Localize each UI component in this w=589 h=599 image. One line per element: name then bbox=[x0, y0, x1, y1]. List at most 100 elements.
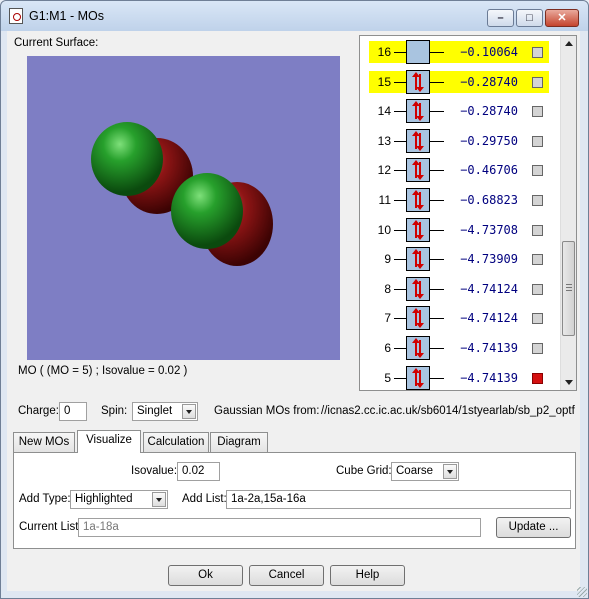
mo-energy: −4.74124 bbox=[460, 311, 518, 326]
mo-select-checkbox[interactable] bbox=[532, 76, 543, 88]
level-line bbox=[394, 229, 406, 231]
mo-number: 7 bbox=[384, 311, 391, 326]
mo-row[interactable]: 5 −4.74139 bbox=[360, 364, 560, 390]
mo-select-checkbox[interactable] bbox=[532, 283, 543, 295]
mo-energy: −0.29750 bbox=[460, 133, 518, 148]
mo-row[interactable]: 15 −0.28740 bbox=[360, 68, 560, 97]
app-icon bbox=[9, 8, 23, 24]
mo-number: 13 bbox=[377, 133, 391, 148]
level-line bbox=[430, 377, 444, 379]
tab-diagram[interactable]: Diagram bbox=[210, 432, 268, 452]
spin-value: Singlet bbox=[137, 405, 173, 417]
ok-button[interactable]: Ok bbox=[168, 565, 243, 586]
cancel-button[interactable]: Cancel bbox=[249, 565, 324, 586]
scroll-up-icon[interactable] bbox=[565, 41, 573, 46]
spin-down-arrow-icon bbox=[416, 132, 424, 151]
chevron-down-icon[interactable] bbox=[152, 492, 166, 507]
mo-row[interactable]: 6 −4.74139 bbox=[360, 334, 560, 363]
level-line bbox=[394, 259, 406, 261]
scroll-thumb[interactable] bbox=[562, 241, 575, 336]
mo-row[interactable]: 12 −0.46706 bbox=[360, 156, 560, 185]
maximize-button[interactable]: □ bbox=[516, 9, 543, 27]
mo-energy: −0.46706 bbox=[460, 163, 518, 178]
mo-row[interactable]: 10 −4.73708 bbox=[360, 216, 560, 245]
charge-input[interactable]: 0 bbox=[59, 402, 87, 421]
cube-grid-select[interactable]: Coarse bbox=[391, 462, 459, 481]
add-list-input[interactable]: 1a-2a,15a-16a bbox=[226, 490, 571, 509]
tab-new-mos[interactable]: New MOs bbox=[13, 432, 75, 452]
mo-select-checkbox[interactable] bbox=[532, 254, 543, 266]
mo-energy: −0.68823 bbox=[460, 193, 518, 207]
mo-energy: −0.10064 bbox=[460, 45, 518, 59]
mo-row[interactable]: 7 −4.74124 bbox=[360, 304, 560, 333]
orbital-box bbox=[406, 128, 430, 153]
level-line bbox=[394, 140, 406, 142]
mo-select-checkbox[interactable] bbox=[532, 343, 543, 354]
resize-grip-icon[interactable] bbox=[577, 587, 587, 597]
help-button[interactable]: Help bbox=[330, 565, 405, 586]
mo-number: 10 bbox=[377, 222, 391, 237]
isovalue-input[interactable]: 0.02 bbox=[177, 462, 220, 481]
mo-select-checkbox[interactable] bbox=[532, 165, 543, 177]
mo-select-checkbox[interactable] bbox=[532, 47, 543, 58]
level-line bbox=[394, 170, 406, 172]
mo-surface-view[interactable] bbox=[27, 56, 340, 360]
mo-energy: −4.74139 bbox=[460, 370, 518, 385]
gaussian-path: //icnas2.cc.ic.ac.uk/sb6014/1styearlab/s… bbox=[321, 405, 575, 417]
spin-down-arrow-icon bbox=[416, 280, 424, 299]
level-line bbox=[394, 288, 406, 290]
window-title: G1:M1 - MOs bbox=[29, 9, 105, 23]
chevron-down-icon[interactable] bbox=[443, 464, 457, 479]
cube-grid-value: Coarse bbox=[396, 465, 434, 477]
mo-row[interactable]: 13 −0.29750 bbox=[360, 127, 560, 156]
mo-row[interactable]: 11 −0.68823 bbox=[360, 186, 560, 215]
spin-down-arrow-icon bbox=[416, 192, 424, 210]
orbital-box bbox=[406, 217, 430, 242]
title-bar[interactable]: G1:M1 - MOs – □ ✕ bbox=[1, 1, 588, 31]
mo-row[interactable]: 16 −0.10064 bbox=[360, 38, 560, 67]
spin-down-arrow-icon bbox=[416, 162, 424, 181]
tab-visualize[interactable]: Visualize bbox=[77, 430, 141, 453]
minimize-button[interactable]: – bbox=[487, 9, 514, 27]
mo-energy: −4.74139 bbox=[460, 341, 518, 355]
tab-calculation[interactable]: Calculation bbox=[143, 432, 209, 452]
mo-row[interactable]: 9 −4.73909 bbox=[360, 245, 560, 274]
orbital-box bbox=[406, 306, 430, 331]
close-icon: ✕ bbox=[557, 12, 567, 24]
mo-row[interactable]: 14 −0.28740 bbox=[360, 97, 560, 126]
mo-select-checkbox[interactable] bbox=[532, 106, 543, 118]
level-line bbox=[430, 200, 444, 201]
mo-energy: −4.73708 bbox=[460, 222, 518, 237]
add-list-label: Add List: bbox=[182, 493, 227, 505]
chevron-down-icon[interactable] bbox=[182, 404, 196, 419]
mo-select-checkbox[interactable] bbox=[532, 224, 543, 236]
current-list-input[interactable]: 1a-18a bbox=[78, 518, 481, 537]
mo-select-checkbox[interactable] bbox=[532, 313, 543, 325]
spin-down-arrow-icon bbox=[416, 310, 424, 329]
close-button[interactable]: ✕ bbox=[545, 9, 579, 27]
mo-select-checkbox[interactable] bbox=[532, 195, 543, 206]
level-line bbox=[394, 377, 406, 379]
level-line bbox=[430, 140, 444, 142]
add-type-select[interactable]: Highlighted bbox=[70, 490, 168, 509]
level-line bbox=[430, 170, 444, 172]
mo-list[interactable]: 16 −0.10064 15 −0.28740 14 −0.28740 13 −0.29750… bbox=[359, 35, 577, 391]
mo-list-scrollbar[interactable] bbox=[560, 36, 576, 390]
add-type-label: Add Type: bbox=[19, 493, 71, 505]
orbital-box bbox=[406, 276, 430, 301]
mo-energy: −4.74124 bbox=[460, 281, 518, 296]
mo-number: 12 bbox=[377, 163, 391, 178]
mo-select-checkbox[interactable] bbox=[532, 135, 543, 147]
spin-down-arrow-icon bbox=[416, 251, 424, 270]
mo-row[interactable]: 8 −4.74124 bbox=[360, 275, 560, 304]
scroll-down-icon[interactable] bbox=[565, 380, 573, 385]
minimize-icon: – bbox=[497, 12, 504, 24]
orbital-box bbox=[406, 40, 430, 64]
spin-select[interactable]: Singlet bbox=[132, 402, 198, 421]
add-type-value: Highlighted bbox=[75, 493, 133, 505]
update-button[interactable]: Update ... bbox=[496, 517, 571, 538]
mo-select-checkbox[interactable] bbox=[532, 372, 543, 384]
spin-down-arrow-icon bbox=[416, 103, 424, 122]
orbital-box bbox=[406, 188, 430, 212]
mo-number: 8 bbox=[384, 281, 391, 296]
